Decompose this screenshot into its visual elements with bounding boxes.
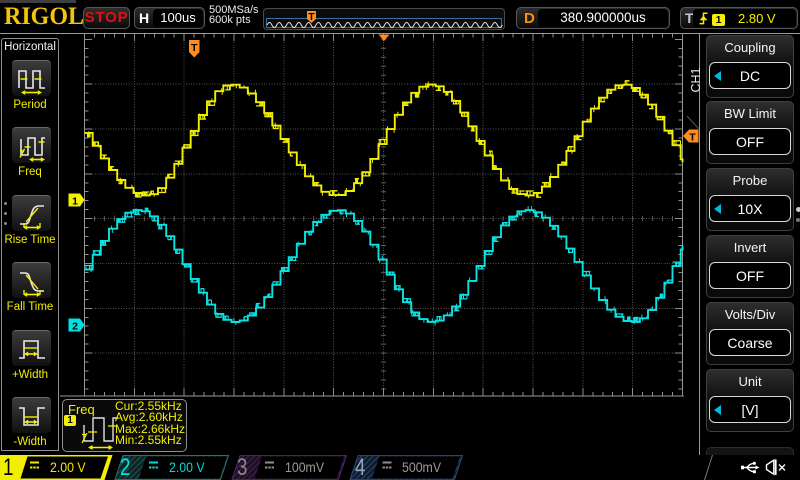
- svg-text:T: T: [689, 132, 696, 144]
- svg-text:T: T: [191, 42, 198, 54]
- svg-text:T: T: [308, 11, 315, 23]
- svg-text:1: 1: [72, 196, 78, 208]
- svg-text:2: 2: [72, 321, 78, 333]
